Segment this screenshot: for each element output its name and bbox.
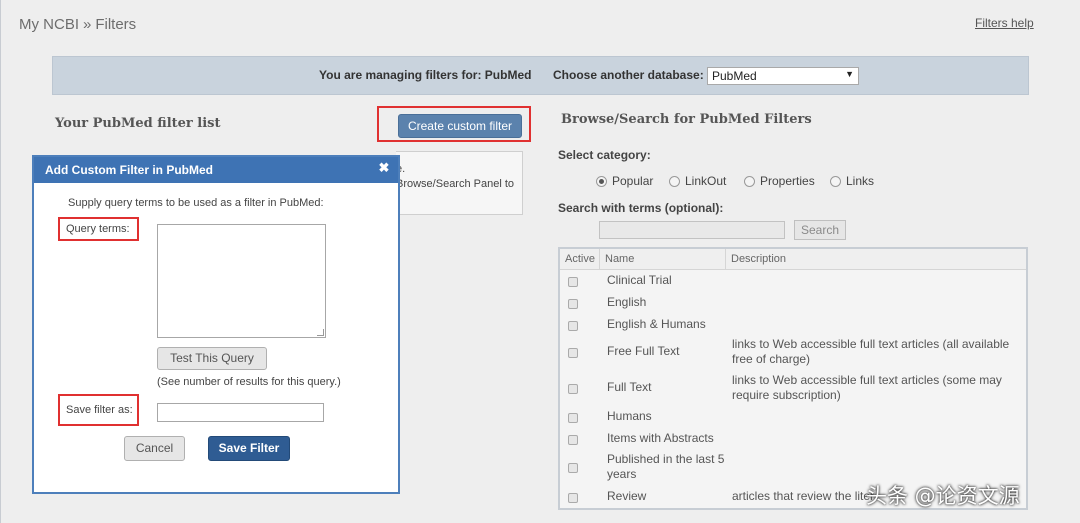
dropdown-arrow-icon: ▼ — [845, 69, 854, 79]
radio-linkout[interactable]: LinkOut — [669, 174, 726, 188]
radio-label: LinkOut — [685, 174, 727, 188]
active-checkbox[interactable] — [568, 321, 578, 331]
database-select[interactable]: PubMed ▼ — [707, 67, 859, 85]
active-checkbox[interactable] — [568, 277, 578, 287]
create-custom-filter-button[interactable]: Create custom filter — [398, 114, 522, 138]
create-button-highlight: Create custom filter — [377, 106, 531, 142]
dialog-instruction: Supply query terms to be used as a filte… — [68, 197, 324, 209]
resize-grip-icon[interactable] — [317, 329, 324, 336]
radio-selected-icon — [596, 175, 607, 187]
table-row: Full Text links to Web accessible full te… — [560, 373, 1026, 407]
filter-description: links to Web accessible full text articl… — [732, 337, 1010, 366]
breadcrumb-current: Filters — [95, 16, 137, 33]
results-note: (See number of results for this query.) — [157, 376, 341, 388]
table-row: Clinical Trial — [560, 271, 1026, 293]
filter-list-title: Your PubMed filter list — [55, 116, 221, 131]
active-checkbox[interactable] — [568, 435, 578, 445]
radio-icon — [830, 175, 841, 187]
active-checkbox[interactable] — [568, 413, 578, 423]
radio-label: Properties — [760, 174, 815, 188]
radio-icon — [669, 175, 680, 187]
radio-icon — [744, 175, 755, 187]
filters-help-link[interactable]: Filters help — [975, 16, 1034, 30]
table-row: English — [560, 293, 1026, 315]
select-category-label: Select category: — [558, 148, 651, 162]
test-query-button[interactable]: Test This Query — [157, 347, 267, 370]
search-button[interactable]: Search — [794, 220, 846, 240]
breadcrumb-root[interactable]: My NCBI — [19, 16, 79, 33]
active-checkbox[interactable] — [568, 463, 578, 473]
filter-name: Clinical Trial — [607, 273, 672, 287]
radio-label: Popular — [612, 174, 654, 188]
add-custom-filter-dialog: Add Custom Filter in PubMed ✖ Supply que… — [32, 155, 400, 494]
breadcrumb: My NCBI» Filters — [19, 16, 136, 33]
radio-label: Links — [846, 174, 875, 188]
browse-search-title: Browse/Search for PubMed Filters — [561, 112, 812, 127]
filter-name: English — [607, 295, 647, 309]
save-filter-button[interactable]: Save Filter — [208, 436, 290, 461]
search-terms-input[interactable] — [599, 221, 785, 239]
watermark-text: 头条 @论资文源 — [866, 484, 1020, 508]
dialog-title: Add Custom Filter in PubMed — [34, 157, 398, 183]
query-terms-textarea[interactable] — [157, 224, 326, 338]
filter-name: Free Full Text — [607, 344, 680, 358]
filter-table: Active Name Description Clinical Trial E… — [558, 247, 1028, 510]
breadcrumb-separator: » — [83, 16, 92, 33]
table-row: Humans — [560, 407, 1026, 429]
column-header-description[interactable]: Description — [726, 249, 1026, 269]
column-header-name[interactable]: Name — [600, 249, 726, 269]
filter-name: Review — [607, 489, 647, 503]
table-row: Free Full Text links to Web accessible fu… — [560, 337, 1026, 371]
save-filter-name-input[interactable] — [157, 403, 324, 422]
table-row: English & Humans — [560, 315, 1026, 337]
choose-database-label: Choose another database: — [553, 68, 704, 82]
filter-name: Humans — [607, 409, 652, 423]
cancel-button[interactable]: Cancel — [124, 436, 185, 461]
close-icon[interactable]: ✖ — [377, 161, 391, 175]
radio-links[interactable]: Links — [830, 174, 874, 188]
filter-name: Full Text — [607, 380, 652, 394]
column-header-active[interactable]: Active — [560, 249, 600, 269]
database-bar: You are managing filters for: PubMed Cho… — [52, 56, 1029, 95]
search-terms-label: Search with terms (optional): — [558, 201, 724, 215]
filter-list-panel: e. Browse/Search Panel to — [396, 151, 523, 215]
panel-text-line-2: Browse/Search Panel to — [396, 178, 515, 190]
active-checkbox[interactable] — [568, 493, 578, 503]
filter-name: Items with Abstracts — [607, 431, 714, 445]
radio-popular[interactable]: Popular — [596, 174, 653, 188]
radio-properties[interactable]: Properties — [744, 174, 815, 188]
save-filter-label: Save filter as: — [58, 394, 139, 426]
active-checkbox[interactable] — [568, 299, 578, 309]
table-row: Items with Abstracts — [560, 429, 1026, 451]
filter-name: English & Humans — [607, 317, 706, 331]
query-terms-label: Query terms: — [58, 217, 139, 241]
filter-description: links to Web accessible full text articl… — [732, 373, 1002, 402]
active-checkbox[interactable] — [568, 384, 578, 394]
active-checkbox[interactable] — [568, 348, 578, 358]
table-header-row: Active Name Description — [560, 249, 1026, 270]
database-select-value: PubMed — [712, 69, 757, 83]
managing-text: You are managing filters for: PubMed — [319, 68, 532, 82]
filter-name: Published in the last 5 years — [607, 452, 725, 481]
